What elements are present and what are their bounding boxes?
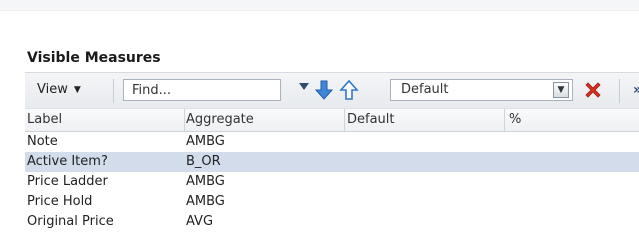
- row-aggregate: B_OR: [186, 154, 221, 169]
- row-label: Price Ladder: [27, 174, 108, 189]
- measures-table: Label Aggregate Default % Note AMBG Acti…: [25, 108, 639, 232]
- column-divider: [184, 109, 185, 131]
- panel-title: Visible Measures: [27, 50, 161, 66]
- column-divider: [344, 109, 345, 131]
- chevron-down-icon[interactable]: ▼: [553, 82, 569, 98]
- column-divider: [504, 109, 505, 131]
- find-input[interactable]: [123, 79, 281, 101]
- column-header-default[interactable]: Default: [347, 112, 395, 127]
- column-header-percent[interactable]: %: [509, 112, 521, 127]
- row-label: Active Item?: [27, 154, 108, 169]
- row-aggregate: AVG: [186, 214, 214, 229]
- arrow-up-icon[interactable]: [338, 79, 360, 101]
- top-divider: [0, 10, 639, 11]
- view-menu-button[interactable]: View ▼: [37, 82, 81, 97]
- table-row[interactable]: Price Ladder AMBG: [25, 172, 639, 192]
- row-aggregate: AMBG: [186, 134, 225, 149]
- caret-down-icon: ▼: [73, 85, 81, 95]
- row-aggregate: AMBG: [186, 194, 225, 209]
- toolbar-overflow-button[interactable]: »: [633, 82, 639, 98]
- default-select[interactable]: Default ▼: [390, 79, 573, 101]
- row-label: Original Price: [27, 214, 114, 229]
- row-label: Note: [27, 134, 58, 149]
- toolbar: View ▼ Default ▼ »: [25, 72, 639, 110]
- toolbar-separator: [113, 79, 114, 103]
- view-menu-label: View: [37, 82, 68, 97]
- table-row[interactable]: Note AMBG: [25, 132, 639, 152]
- find-options-dropdown-icon[interactable]: [299, 83, 309, 90]
- default-select-value: Default: [401, 82, 449, 97]
- table-row[interactable]: Active Item? B_OR: [25, 152, 639, 172]
- column-header-aggregate[interactable]: Aggregate: [186, 112, 254, 127]
- table-header: Label Aggregate Default %: [25, 108, 639, 132]
- delete-x-icon[interactable]: [583, 80, 603, 100]
- table-row[interactable]: Original Price AVG: [25, 212, 639, 232]
- table-row[interactable]: Price Hold AMBG: [25, 192, 639, 212]
- row-aggregate: AMBG: [186, 174, 225, 189]
- row-label: Price Hold: [27, 194, 93, 209]
- top-strip: [0, 0, 639, 10]
- arrow-down-icon[interactable]: [313, 79, 335, 101]
- column-header-label[interactable]: Label: [27, 112, 62, 127]
- toolbar-separator: [619, 79, 620, 103]
